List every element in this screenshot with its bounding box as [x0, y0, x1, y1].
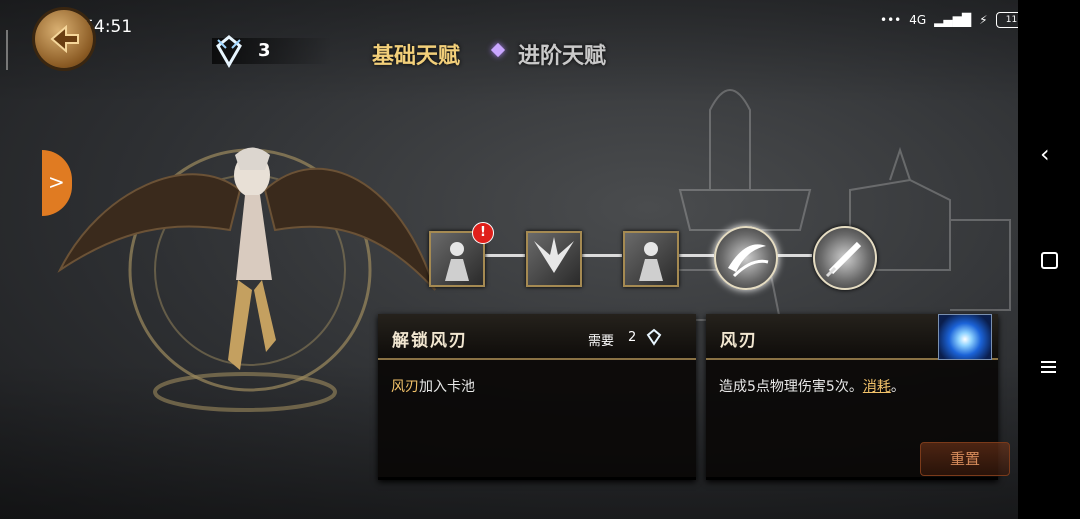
alert-badge: ! [472, 222, 494, 244]
nav-home-icon[interactable] [1041, 252, 1058, 269]
currency-value: 3 [258, 40, 271, 61]
tree-connector [483, 254, 525, 257]
unlock-panel-title: 解锁风刃 [392, 331, 468, 351]
character-portrait-icon [639, 242, 663, 281]
network-label: 4G [909, 13, 927, 27]
dots-icon: ••• [880, 13, 902, 27]
signal-icon: ▂▄▆█ [934, 13, 972, 27]
tab-advanced-talent[interactable]: 进阶天赋 [518, 38, 606, 70]
unlock-description: 风刃加入卡池 [391, 376, 475, 396]
talent-crystal-icon [646, 328, 662, 346]
tree-connector [578, 254, 622, 257]
unlock-panel: 解锁风刃 需要 2 风刃加入卡池 [378, 314, 696, 480]
requirement-label: 需要 [588, 334, 615, 349]
skill-panel-title: 风刃 [720, 331, 758, 351]
talent-node-3[interactable] [623, 231, 679, 287]
tab-basic-talent[interactable]: 基础天赋 [372, 38, 460, 70]
requirement-count: 2 [628, 330, 637, 345]
talent-node-4-selected[interactable] [714, 226, 778, 290]
sword-slash-icon [825, 241, 862, 278]
nav-back-icon[interactable]: ‹ [1040, 140, 1050, 168]
wind-blade-skill-icon [938, 314, 992, 360]
back-button[interactable] [35, 10, 93, 68]
talent-crystal-icon [216, 35, 242, 68]
unlock-description-text: 加入卡池 [419, 379, 475, 395]
wind-blade-icon [728, 244, 769, 278]
talent-node-5[interactable] [813, 226, 877, 290]
skill-panel-header: 风刃 [706, 314, 998, 360]
talent-node-2[interactable] [526, 231, 582, 287]
unlock-panel-header: 解锁风刃 需要 2 [378, 314, 696, 360]
tree-connector [676, 254, 714, 257]
keyword-consume-link[interactable]: 消耗 [863, 379, 891, 395]
tree-connector [776, 254, 812, 257]
nav-menu-icon[interactable] [1041, 358, 1056, 376]
back-arrow-icon [50, 25, 79, 53]
reset-button[interactable]: 重置 [920, 442, 1010, 476]
skill-description-text: 造成5点物理伤害5次。 [719, 379, 863, 395]
status-bar: 下午4:51 ••• 4G ▂▄▆█ ⚡ 11 [0, 0, 1028, 44]
wing-burst-icon [534, 237, 574, 273]
charging-icon: ⚡ [979, 13, 988, 27]
background-ruins [650, 89, 1011, 321]
keyword-wind-blade[interactable]: 风刃 [391, 379, 419, 395]
status-icons: ••• 4G ▂▄▆█ ⚡ 11 [880, 12, 1028, 28]
skill-description-end: 。 [890, 379, 905, 395]
skill-description: 造成5点物理伤害5次。消耗。 [719, 376, 905, 396]
